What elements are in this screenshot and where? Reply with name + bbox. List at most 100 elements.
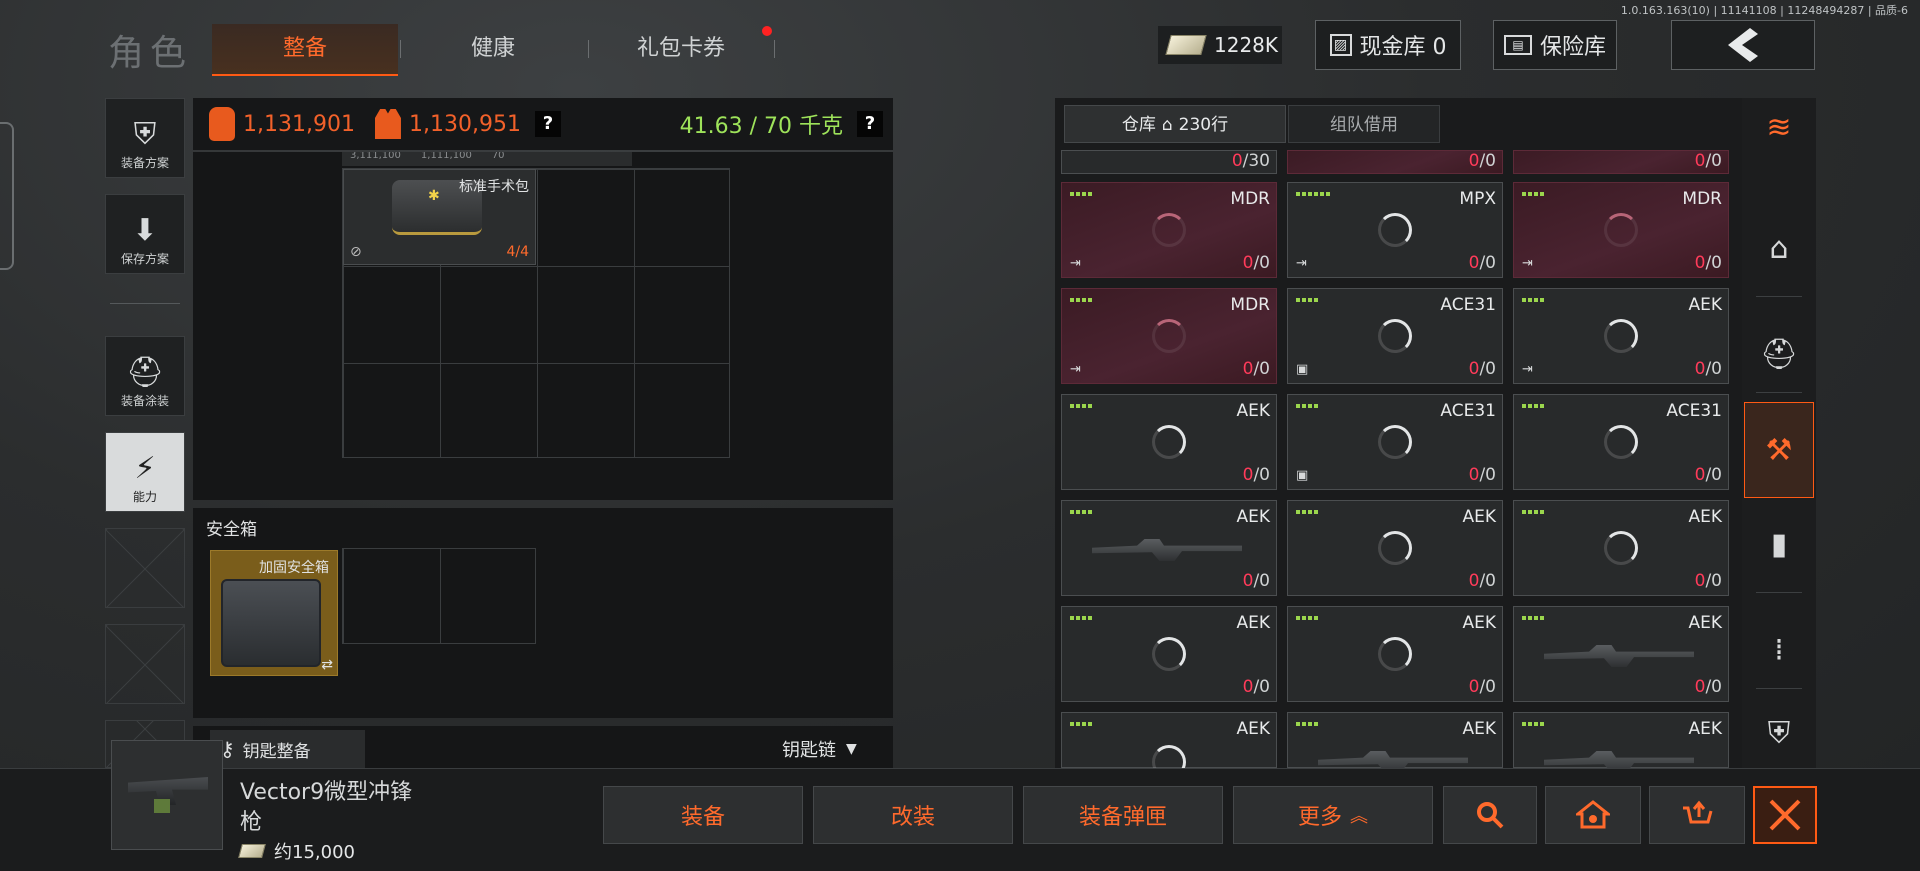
level-pip <box>1088 616 1092 620</box>
loadout-plan-button[interactable]: ⛨ 装备方案 <box>105 98 185 178</box>
warehouse-slot[interactable]: AEK <box>1287 712 1503 773</box>
warehouse-tab-label: 仓库 <box>1121 115 1156 135</box>
gear-skin-button[interactable]: ⛑ 装备涂装 <box>105 336 185 416</box>
count-zero: 0 <box>1694 253 1706 273</box>
double-chevron-up-icon: ︽ <box>1350 806 1368 827</box>
level-pip <box>1076 616 1080 620</box>
more-button[interactable]: 更多 ︽ <box>1233 786 1433 844</box>
price-value: 约15,000 <box>274 842 355 863</box>
level-pip <box>1296 404 1300 408</box>
level-pip <box>1076 298 1080 302</box>
warehouse-slot[interactable]: MPX 0/0 ⇥ <box>1287 182 1503 278</box>
level-pip <box>1308 722 1312 726</box>
tab-team-borrow[interactable]: 组队借用 <box>1288 105 1440 143</box>
weight-help-button[interactable]: ? <box>857 111 883 137</box>
safe-box-grid <box>342 548 536 644</box>
warehouse-slot[interactable]: AEK 0/0 <box>1061 606 1277 702</box>
warehouse-slot[interactable]: ACE31 0/0 ▣ <box>1287 288 1503 384</box>
slot-count: 0/0 <box>1243 253 1270 273</box>
reinforced-safe-item[interactable]: 加固安全箱 ⇄ <box>210 550 338 676</box>
back-button[interactable] <box>1671 20 1815 70</box>
weight-display: 41.63 / 70 千克 <box>679 114 843 139</box>
partial-label: 70 <box>491 152 505 161</box>
warehouse-slot[interactable]: AEK 0/0 <box>1287 500 1503 596</box>
count-zero: 0 <box>1694 151 1706 171</box>
save-plan-button[interactable]: ⬇ 保存方案 <box>105 194 185 274</box>
level-pip <box>1534 722 1538 726</box>
count-zero: 0 <box>1231 151 1243 171</box>
warehouse-slot[interactable]: AEK 0/0 <box>1061 500 1277 596</box>
level-pip <box>1082 510 1086 514</box>
category-button-layers-refresh[interactable]: ≋ <box>1744 98 1814 156</box>
rarity-indicator <box>1296 192 1330 196</box>
keychain-label: 钥匙链 <box>782 740 836 761</box>
empty-slot <box>105 528 185 608</box>
close-button[interactable] <box>1753 786 1817 844</box>
warehouse-slot[interactable]: AEK 0/0 ⇥ <box>1513 288 1729 384</box>
warehouse-slot[interactable]: MDR 0/0 ⇥ <box>1513 182 1729 278</box>
search-button[interactable] <box>1443 786 1537 844</box>
level-pip <box>1302 510 1306 514</box>
safe-box-title: 安全箱 <box>206 520 257 540</box>
category-button-helmet[interactable]: ⛑ <box>1744 306 1814 402</box>
cart-upload-icon <box>1683 800 1713 824</box>
warehouse-slot[interactable]: AEK 0/0 <box>1513 606 1729 702</box>
money-display[interactable]: 1228K <box>1158 26 1282 64</box>
key-loadout-button[interactable]: ⚷ 钥匙整备 <box>210 730 365 768</box>
level-pip <box>1308 192 1312 196</box>
version-info: 1.0.163.163(10) | 11141108 | 11248494287… <box>1620 4 1908 17</box>
sell-button[interactable] <box>1649 786 1745 844</box>
warehouse-slot-partial[interactable]: 0/0 <box>1287 150 1503 174</box>
category-button-bullet[interactable]: ⁞ <box>1744 602 1814 698</box>
download-icon: ⬇ <box>132 213 158 248</box>
armor-icon: ⛨ <box>1767 715 1791 751</box>
surgery-kit-item[interactable]: ✱ 标准手术包 4/4 ⊘ <box>343 169 536 265</box>
selected-item-thumbnail[interactable] <box>111 740 223 850</box>
level-pip <box>1534 404 1538 408</box>
tab-gift-cards[interactable]: 礼包卡券 <box>588 24 774 74</box>
category-button-home[interactable]: ⌂ <box>1744 200 1814 296</box>
warehouse-slot[interactable]: AEK <box>1061 712 1277 779</box>
ability-button[interactable]: ⚡ 能力 <box>105 432 185 512</box>
warehouse-slot[interactable]: AEK 0/0 <box>1287 606 1503 702</box>
count-total: /0 <box>1253 677 1270 697</box>
loadout-stats-bar: 1,131,901 1,130,951 ? 41.63 / 70 千克 ? <box>193 98 893 150</box>
category-button-armor[interactable]: ⛨ <box>1744 698 1814 768</box>
tab-warehouse[interactable]: 仓库 ⌂ 230行 <box>1064 105 1286 143</box>
level-pip <box>1296 298 1300 302</box>
keychain-dropdown[interactable]: 钥匙链 ▼ <box>782 736 857 762</box>
count-total: /0 <box>1479 571 1496 591</box>
item-name: 标准手术包 <box>459 179 529 195</box>
slot-count: 0/0 <box>1695 253 1722 273</box>
level-pip <box>1296 192 1300 196</box>
exit-icon: ⇥ <box>1296 256 1307 271</box>
equip-button[interactable]: 装备 <box>603 786 803 844</box>
warehouse-slot[interactable]: MDR 0/0 ⇥ <box>1061 182 1277 278</box>
level-pip <box>1326 192 1330 196</box>
cash-vault-button[interactable]: ▨ 现金库 0 <box>1315 20 1461 70</box>
warehouse-slot[interactable]: AEK 0/0 <box>1513 500 1729 596</box>
count-zero: 0 <box>1468 571 1480 591</box>
tab-health[interactable]: 健康 <box>400 24 586 74</box>
store-to-warehouse-button[interactable] <box>1545 786 1641 844</box>
tab-gear[interactable]: 整备 <box>212 24 398 76</box>
warehouse-slot[interactable]: ACE31 0/0 <box>1513 394 1729 490</box>
category-button-magazine[interactable]: ▮ <box>1744 496 1814 592</box>
warehouse-slot-partial[interactable]: 0/30 <box>1061 150 1277 174</box>
vest-icon <box>374 109 401 139</box>
category-button-weapon-hand[interactable]: ⚒ <box>1744 402 1814 498</box>
star-icon: ✱ <box>428 188 440 204</box>
equip-magazine-button[interactable]: 装备弹匣 <box>1023 786 1223 844</box>
insurance-button[interactable]: ▤ 保险库 <box>1493 20 1617 70</box>
warehouse-slot[interactable]: AEK <box>1513 712 1729 773</box>
left-edge-handle[interactable] <box>0 122 14 270</box>
value-help-button[interactable]: ? <box>534 111 561 137</box>
warehouse-slot[interactable]: AEK 0/0 <box>1061 394 1277 490</box>
slot-count: 0/0 <box>1695 571 1722 591</box>
level-pip <box>1070 722 1074 726</box>
warehouse-slot[interactable]: ACE31 0/0 ▣ <box>1287 394 1503 490</box>
modify-button[interactable]: 改装 <box>813 786 1013 844</box>
warehouse-slot-partial[interactable]: 0/0 <box>1513 150 1729 174</box>
warehouse-slot[interactable]: MDR 0/0 ⇥ <box>1061 288 1277 384</box>
sidebar-divider <box>1756 296 1802 297</box>
